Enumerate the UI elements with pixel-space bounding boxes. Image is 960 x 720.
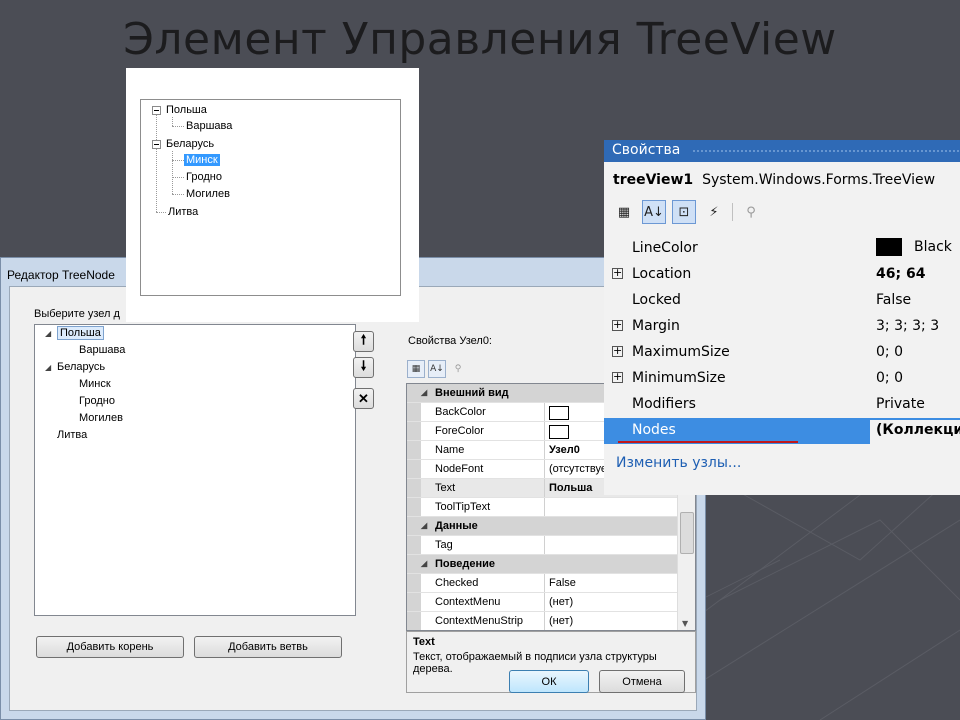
tree-node[interactable]: Гродно (186, 170, 222, 184)
tree-node[interactable]: Литва (57, 428, 87, 443)
expand-plus-icon[interactable]: + (612, 345, 623, 357)
property-pages-icon[interactable]: ⚲ (449, 360, 467, 378)
properties-header: Свойства (604, 140, 960, 162)
tree-node[interactable]: Беларусь (57, 360, 105, 375)
collapse-arrow-icon[interactable]: ◢ (45, 329, 51, 338)
expand-plus-icon[interactable]: + (612, 371, 623, 383)
property-row[interactable]: + Location 46; 64 (604, 262, 960, 288)
scrollbar-thumb[interactable] (680, 512, 694, 554)
move-down-button[interactable]: 🠗 (353, 357, 374, 378)
property-row[interactable]: ContextMenu (нет) (407, 593, 679, 612)
tree-node[interactable]: Польша (166, 103, 207, 117)
property-row[interactable]: + MaximumSize 0; 0 (604, 340, 960, 366)
object-selector[interactable]: treeView1 System.Windows.Forms.TreeView (613, 172, 935, 188)
node-tree[interactable]: ◢ Польша Варшава ◢ Беларусь Минск Гродно… (34, 324, 356, 616)
property-row[interactable]: Tag (407, 536, 679, 555)
alphabetical-icon[interactable]: A↓ (642, 200, 666, 224)
categorized-icon[interactable]: ▦ (612, 200, 636, 224)
collapse-toggle-icon[interactable] (152, 106, 161, 115)
property-row[interactable]: Checked False (407, 574, 679, 593)
edit-nodes-link[interactable]: Изменить узлы... (616, 455, 741, 471)
ok-button[interactable]: ОК (509, 670, 589, 693)
tree-node[interactable]: Варшава (186, 119, 232, 133)
category-behavior[interactable]: ◢ Поведение (407, 555, 679, 574)
collapse-toggle-icon[interactable] (152, 140, 161, 149)
collapse-arrow-icon[interactable]: ◢ (421, 521, 427, 530)
treeview-control[interactable]: Польша Варшава Беларусь Минск Гродно Мог… (140, 99, 401, 296)
property-row[interactable]: Modifiers Private (604, 392, 960, 418)
color-swatch (549, 425, 569, 439)
tree-node[interactable]: Минск (79, 377, 111, 392)
toolbar-separator (732, 203, 733, 221)
events-lightning-icon[interactable]: ⚡ (702, 200, 726, 224)
header-grip (692, 149, 960, 153)
color-swatch (549, 406, 569, 420)
cancel-button[interactable]: Отмена (599, 670, 685, 693)
property-row[interactable]: Locked False (604, 288, 960, 314)
tree-node[interactable]: Литва (168, 205, 198, 219)
property-row[interactable]: ContextMenuStrip (нет) (407, 612, 679, 630)
properties-view-icon[interactable]: ⊡ (672, 200, 696, 224)
add-child-button[interactable]: Добавить ветвь (194, 636, 342, 658)
delete-node-button[interactable]: ✕ (353, 388, 374, 409)
slide-title: Элемент Управления TreeView (123, 14, 837, 65)
node-properties-label: Свойства Узел0: (408, 335, 492, 347)
add-root-button[interactable]: Добавить корень (36, 636, 184, 658)
color-swatch (876, 238, 902, 256)
alphabetical-icon[interactable]: A↓ (428, 360, 446, 378)
treenode-editor-dialog: Редактор TreeNode Выберите узел д ◢ Поль… (0, 257, 706, 720)
expand-plus-icon[interactable]: + (612, 267, 623, 279)
editor-grid-toolbar: ▦ A↓ ⚲ (407, 359, 467, 379)
tree-node[interactable]: Могилев (79, 411, 123, 426)
tree-node[interactable]: Могилев (186, 187, 230, 201)
tree-node[interactable]: Гродно (79, 394, 115, 409)
treeview-preview: Польша Варшава Беларусь Минск Гродно Мог… (126, 68, 419, 322)
properties-toolbar: ▦ A↓ ⊡ ⚡ ⚲ (612, 200, 763, 224)
dialog-body: Выберите узел д ◢ Польша Варшава ◢ Белар… (9, 286, 697, 711)
red-underline-annotation (618, 441, 798, 443)
collapse-arrow-icon[interactable]: ◢ (421, 388, 427, 397)
collapse-arrow-icon[interactable]: ◢ (45, 363, 51, 372)
property-pages-icon[interactable]: ⚲ (739, 200, 763, 224)
category-data[interactable]: ◢ Данные (407, 517, 679, 536)
property-row[interactable]: LineColor Black (604, 236, 960, 262)
property-row[interactable]: + MinimumSize 0; 0 (604, 366, 960, 392)
select-node-label: Выберите узел д (34, 308, 120, 320)
property-row[interactable]: ToolTipText (407, 498, 679, 517)
tree-node-selected[interactable]: Минск (184, 153, 220, 167)
property-row[interactable]: + Margin 3; 3; 3; 3 (604, 314, 960, 340)
move-up-button[interactable]: 🠕 (353, 331, 374, 352)
dialog-title: Редактор TreeNode (7, 268, 115, 282)
categorized-icon[interactable]: ▦ (407, 360, 425, 378)
tree-node[interactable]: Польша (57, 326, 104, 341)
tree-node[interactable]: Беларусь (166, 137, 214, 151)
tree-node[interactable]: Варшава (79, 343, 125, 358)
scroll-down-arrow-icon[interactable]: ▼ (682, 619, 688, 628)
collapse-arrow-icon[interactable]: ◢ (421, 559, 427, 568)
expand-plus-icon[interactable]: + (612, 319, 623, 331)
